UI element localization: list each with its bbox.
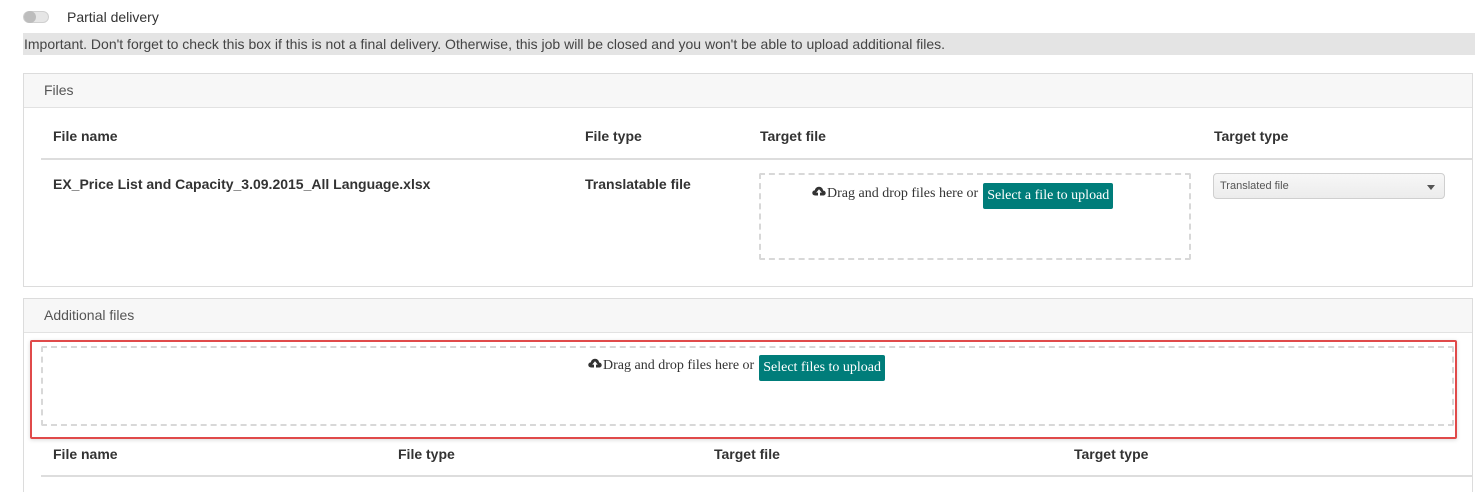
- partial-delivery-label: Partial delivery: [67, 9, 159, 25]
- target-type-value: Translated file: [1220, 180, 1289, 192]
- file-type-cell: Translatable file: [585, 176, 691, 192]
- column-header-file-name: File name: [53, 128, 118, 144]
- delivery-page: Partial delivery Important. Don't forget…: [0, 0, 1475, 492]
- additional-files-heading: Additional files: [24, 299, 1472, 333]
- select-files-button[interactable]: Select files to upload: [759, 355, 886, 381]
- file-name-cell: EX_Price List and Capacity_3.09.2015_All…: [53, 176, 431, 192]
- column-header-target-file: Target file: [714, 446, 780, 462]
- header-divider: [41, 475, 1473, 477]
- important-notice: Important. Don't forget to check this bo…: [23, 33, 1475, 55]
- dropzone-content: Drag and drop files here or Select files…: [588, 353, 886, 381]
- dropzone-content: Drag and drop files here or Select a fil…: [812, 181, 1114, 209]
- select-file-button[interactable]: Select a file to upload: [983, 183, 1114, 209]
- target-file-dropzone[interactable]: Drag and drop files here or Select a fil…: [759, 173, 1191, 260]
- header-divider: [41, 158, 1473, 160]
- column-header-target-type: Target type: [1074, 446, 1149, 462]
- chevron-down-icon: [1427, 185, 1435, 190]
- additional-files-dropzone[interactable]: Drag and drop files here or Select files…: [41, 346, 1454, 426]
- column-header-target-file: Target file: [760, 128, 826, 144]
- cloud-upload-icon: [588, 358, 602, 370]
- dropzone-text: Drag and drop files here or: [603, 358, 755, 373]
- partial-delivery-row: Partial delivery: [23, 6, 159, 28]
- toggle-knob: [24, 11, 36, 23]
- column-header-file-name: File name: [53, 446, 118, 462]
- column-header-file-type: File type: [398, 446, 455, 462]
- files-panel: Files File name File type Target file Ta…: [23, 73, 1473, 287]
- column-header-target-type: Target type: [1214, 128, 1289, 144]
- target-type-select[interactable]: Translated file: [1213, 173, 1445, 199]
- dropzone-text: Drag and drop files here or: [827, 186, 979, 201]
- additional-files-panel: Additional files Drag and drop files her…: [23, 298, 1473, 492]
- files-panel-heading: Files: [24, 74, 1472, 108]
- cloud-upload-icon: [812, 186, 826, 198]
- column-header-file-type: File type: [585, 128, 642, 144]
- partial-delivery-toggle[interactable]: [23, 11, 49, 23]
